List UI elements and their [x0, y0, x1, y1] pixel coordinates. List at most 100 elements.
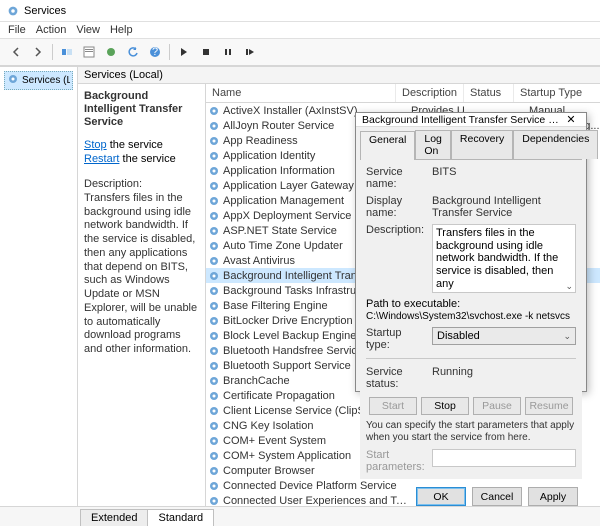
gear-icon [208, 195, 220, 207]
forward-button[interactable] [28, 42, 48, 62]
dtab-recovery[interactable]: Recovery [451, 130, 513, 159]
dialog-footer: OK Cancel Apply [356, 483, 586, 512]
cancel-button[interactable]: Cancel [472, 487, 522, 506]
service-control-buttons: Start Stop Pause Resume [366, 397, 576, 415]
dtab-dependencies[interactable]: Dependencies [513, 130, 598, 159]
chevron-down-icon: ⌄ [563, 331, 571, 342]
dialog-titlebar[interactable]: Background Intelligent Transfer Service … [356, 113, 586, 127]
gear-icon [208, 120, 220, 132]
description-box[interactable]: Transfers files in the background using … [432, 224, 576, 293]
service-name-label: Service name: [366, 166, 428, 190]
gear-icon [208, 360, 220, 372]
description-value: Transfers files in the background using … [436, 227, 558, 290]
list-header: Name Description Status Startup Type [206, 84, 600, 103]
dtab-general[interactable]: General [360, 131, 415, 160]
start-button[interactable]: Start [369, 397, 417, 415]
gear-icon [208, 180, 220, 192]
display-name-value: Background Intelligent Transfer Service [432, 195, 576, 219]
toolbar: ? [0, 38, 600, 66]
start-service-button[interactable] [174, 42, 194, 62]
gear-icon [208, 405, 220, 417]
gear-icon [208, 210, 220, 222]
description-label: Description: [366, 224, 428, 236]
tab-extended[interactable]: Extended [80, 509, 148, 526]
col-startup[interactable]: Startup Type [514, 84, 600, 102]
titlebar: Services [0, 0, 600, 22]
tab-standard[interactable]: Standard [147, 509, 214, 526]
gear-icon [208, 135, 220, 147]
tree-root-item[interactable]: Services (Local) [4, 71, 73, 90]
startup-type-select[interactable]: Disabled ⌄ [432, 327, 576, 345]
gear-icon [208, 105, 220, 117]
col-description[interactable]: Description [396, 84, 464, 102]
desc-label: Description: [84, 178, 199, 192]
start-params-input[interactable] [432, 449, 576, 467]
service-status-label: Service status: [366, 366, 428, 390]
show-hide-tree-button[interactable] [57, 42, 77, 62]
display-name-label: Display name: [366, 195, 428, 219]
dialog-body: Service name: BITS Display name:Backgroun… [360, 159, 582, 479]
refresh-button[interactable] [123, 42, 143, 62]
stop-service-button[interactable] [196, 42, 216, 62]
pause-button[interactable]: Pause [473, 397, 521, 415]
menubar: File Action View Help [0, 22, 600, 38]
gear-icon [208, 465, 220, 477]
svg-text:?: ? [152, 46, 158, 58]
menu-help[interactable]: Help [110, 24, 133, 36]
menu-view[interactable]: View [76, 24, 100, 36]
services-icon [6, 4, 20, 18]
startup-type-value: Disabled [437, 330, 480, 342]
menu-file[interactable]: File [8, 24, 26, 36]
window-title: Services [24, 5, 66, 17]
pause-service-button[interactable] [218, 42, 238, 62]
menu-action[interactable]: Action [36, 24, 67, 36]
chevron-down-icon[interactable]: ⌄ [565, 281, 573, 291]
dialog-tabs: General Log On Recovery Dependencies [356, 127, 586, 159]
gear-icon [208, 150, 220, 162]
gear-icon [208, 480, 220, 492]
gear-icon [208, 435, 220, 447]
stop-button[interactable]: Stop [421, 397, 469, 415]
close-icon[interactable]: ✕ [562, 113, 580, 126]
gear-icon [208, 315, 220, 327]
export-button[interactable] [101, 42, 121, 62]
apply-button[interactable]: Apply [528, 487, 578, 506]
col-name[interactable]: Name [206, 84, 396, 102]
tree-root-label: Services (Local) [22, 75, 70, 86]
resume-button[interactable]: Resume [525, 397, 573, 415]
divider [366, 358, 576, 359]
back-button[interactable] [6, 42, 26, 62]
gear-icon [208, 390, 220, 402]
gear-icon [7, 73, 19, 88]
startup-type-label: Startup type: [366, 327, 428, 351]
desc-text: Transfers files in the background using … [84, 192, 197, 355]
stop-link[interactable]: Stop [84, 139, 107, 151]
path-label: Path to executable: [366, 298, 460, 310]
detail-title: Background Intelligent Transfer Service [84, 90, 199, 130]
stop-suffix: the service [107, 139, 163, 151]
gear-icon [208, 285, 220, 297]
dialog-title: Background Intelligent Transfer Service … [362, 114, 562, 126]
path-value: C:\Windows\System32\svchost.exe -k netsv… [366, 311, 570, 322]
properties-dialog: Background Intelligent Transfer Service … [355, 112, 587, 392]
detail-links: Stop the service Restart the service [84, 138, 199, 167]
service-name-value: BITS [432, 166, 576, 178]
param-note: You can specify the start parameters tha… [366, 420, 576, 444]
help-button[interactable]: ? [145, 42, 165, 62]
col-status[interactable]: Status [464, 84, 514, 102]
gear-icon [208, 225, 220, 237]
ok-button[interactable]: OK [416, 487, 466, 506]
service-status-value: Running [432, 366, 576, 378]
restart-suffix: the service [119, 153, 175, 165]
toolbar-separator [169, 44, 170, 60]
restart-link[interactable]: Restart [84, 153, 119, 165]
dtab-logon[interactable]: Log On [415, 130, 451, 159]
detail-description: Description: Transfers files in the back… [84, 178, 199, 357]
restart-service-button[interactable] [240, 42, 260, 62]
gear-icon [208, 330, 220, 342]
gear-icon [208, 375, 220, 387]
gear-icon [208, 255, 220, 267]
detail-pane: Background Intelligent Transfer Service … [78, 84, 206, 506]
gear-icon [208, 240, 220, 252]
properties-button[interactable] [79, 42, 99, 62]
